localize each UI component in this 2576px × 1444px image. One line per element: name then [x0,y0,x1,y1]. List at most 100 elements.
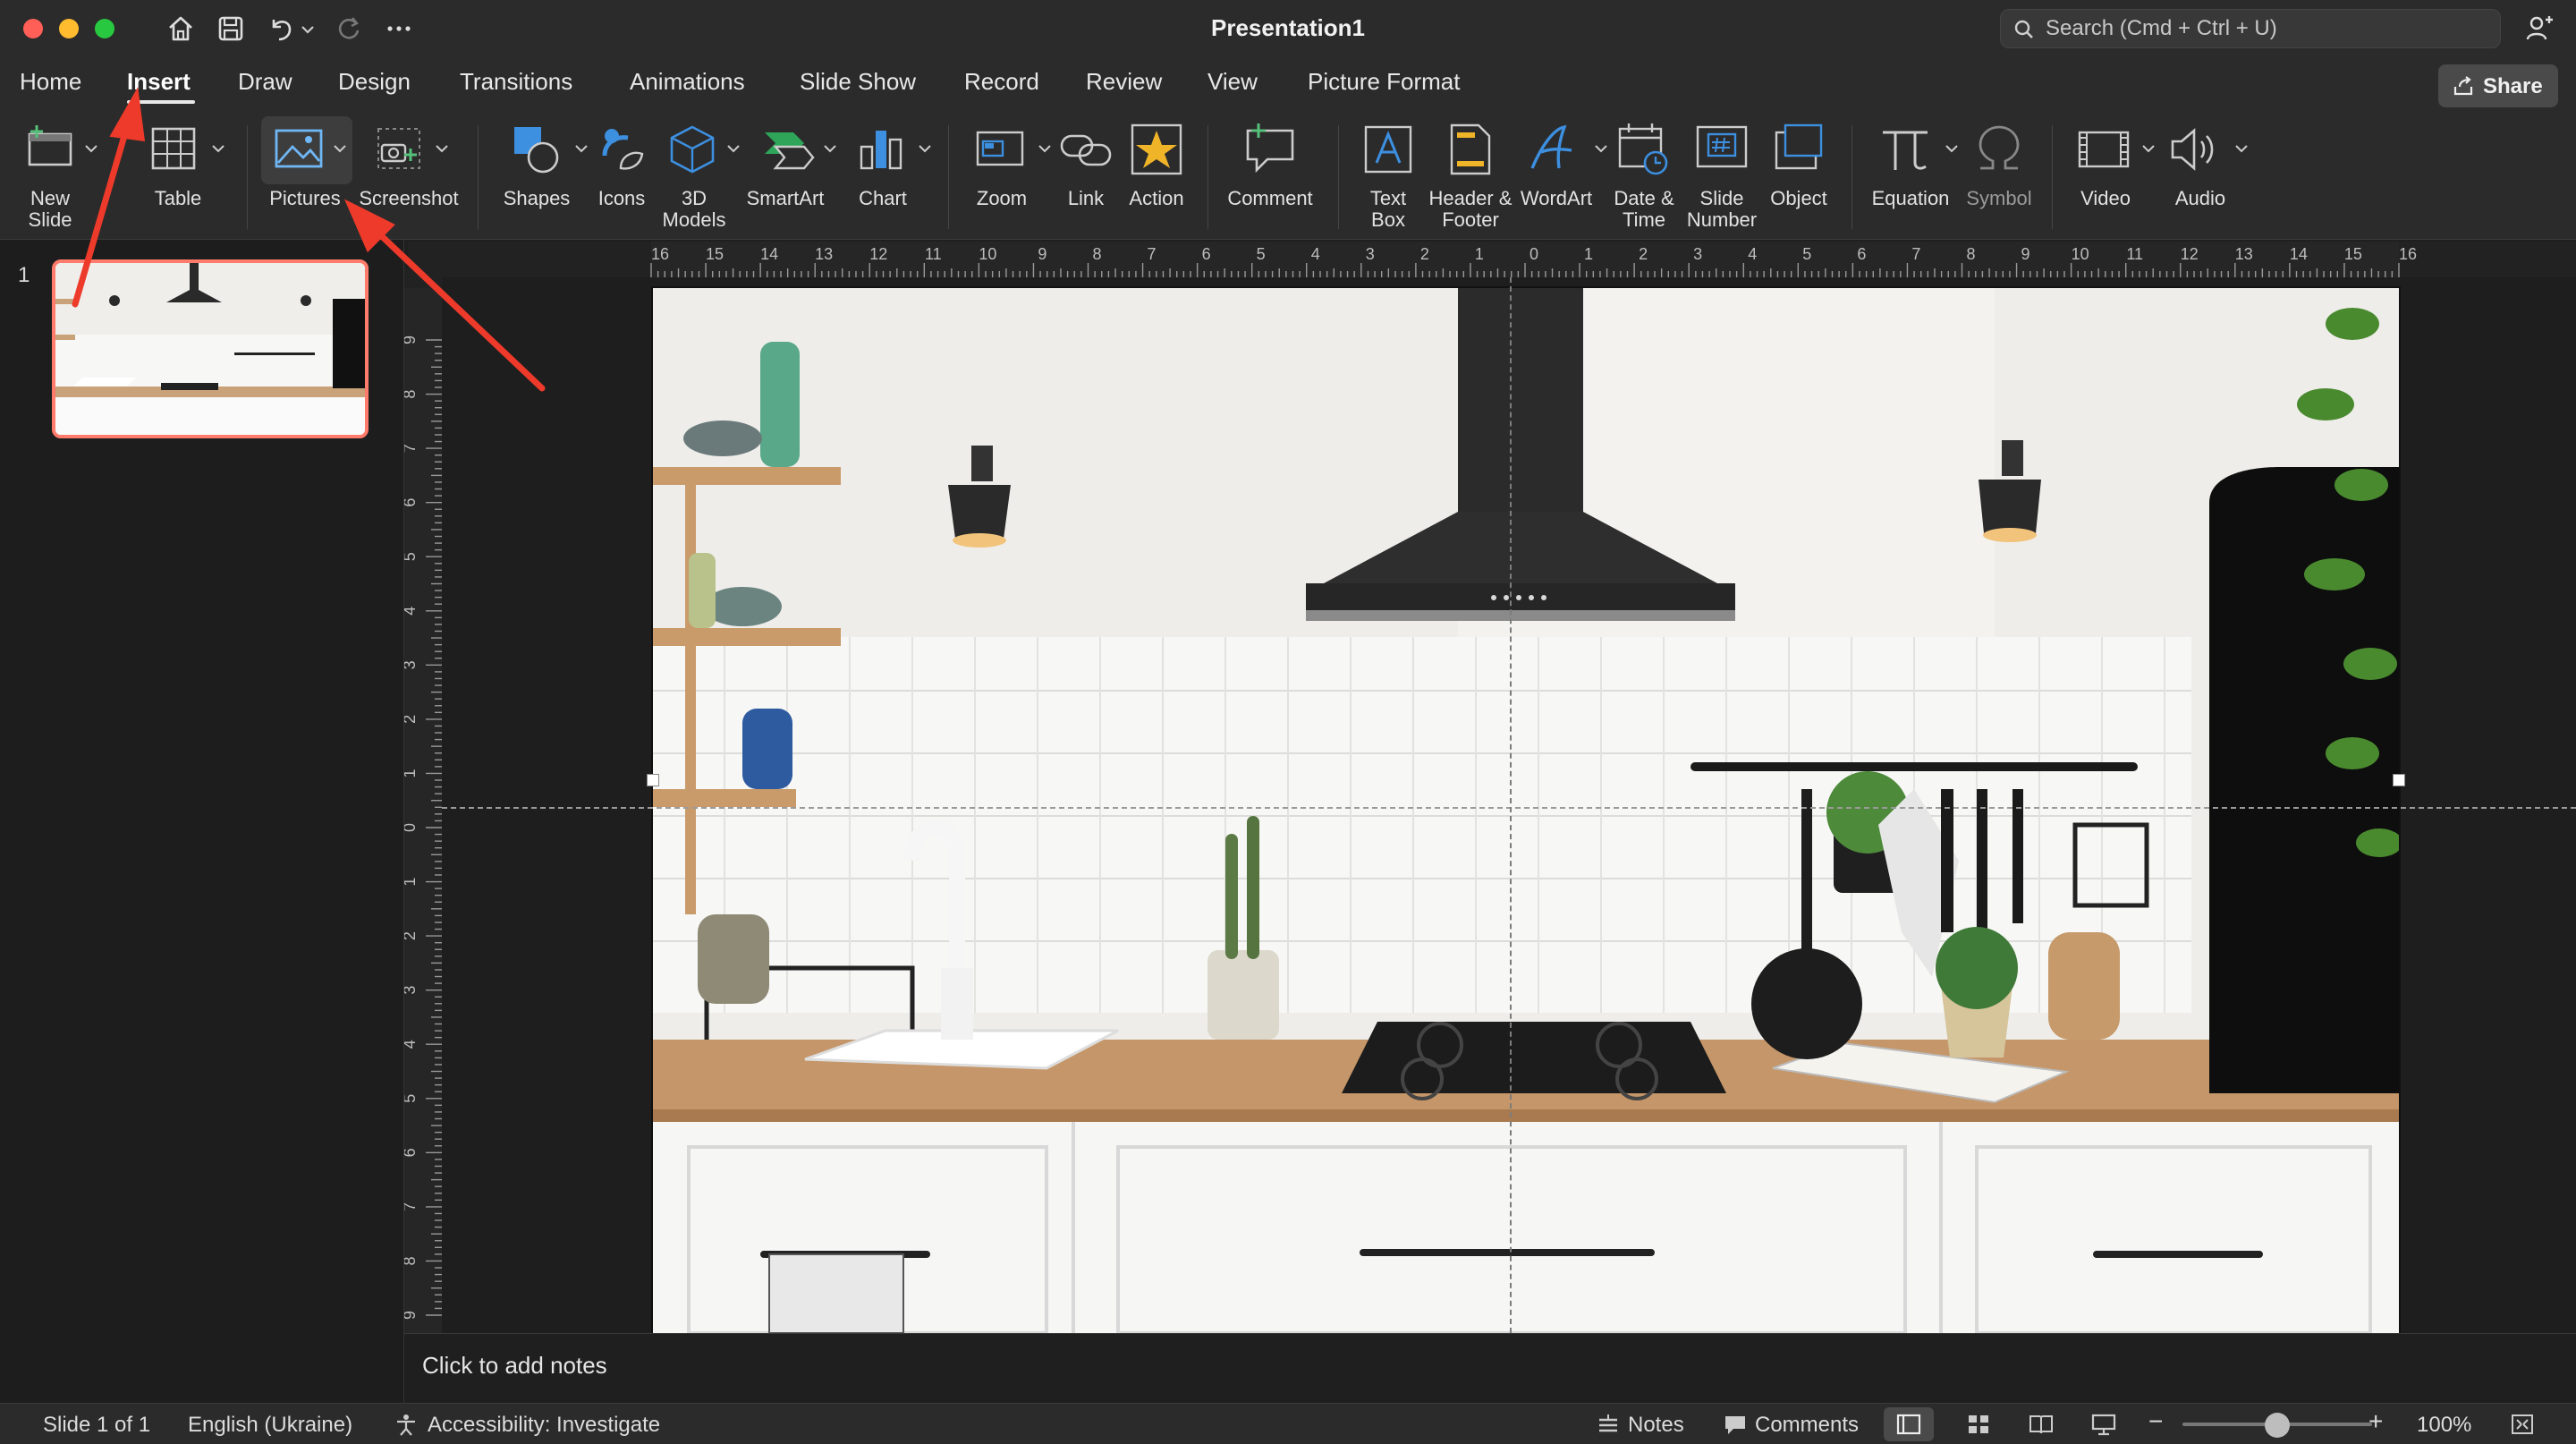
3d-models-label: 3D Models [662,187,726,231]
pictures-button[interactable]: Pictures [261,116,352,236]
comment-button[interactable]: Comment [1218,120,1322,236]
smartart-button[interactable]: SmartArt [747,120,841,236]
tab-draw[interactable]: Draw [238,68,292,96]
undo-icon[interactable] [265,13,297,45]
action-button[interactable]: Action [1122,120,1191,236]
screenshot-button[interactable]: Screenshot [358,120,460,236]
ruler-label: 5 [1802,245,1811,263]
tab-record[interactable]: Record [964,68,1039,96]
3d-cube-icon [663,120,722,179]
new-slide-chevron-icon[interactable] [84,143,98,154]
notes-pane[interactable]: Click to add notes [404,1333,2576,1403]
icons-button[interactable]: Icons [590,120,653,236]
language-indicator[interactable]: English (Ukraine) [188,1413,352,1438]
minimize-window-button[interactable] [59,19,79,38]
slide-number-button[interactable]: Slide Number [1682,120,1762,236]
zoom-button[interactable]: Zoom [966,120,1055,236]
tab-insert[interactable]: Insert [127,68,191,96]
3d-models-button[interactable]: 3D Models [660,120,742,236]
wordart-chevron-icon[interactable] [1594,143,1608,154]
tab-transitions[interactable]: Transitions [460,68,572,96]
ruler-label: 15 [2344,245,2362,263]
search-box[interactable] [2000,9,2501,48]
zoom-slide-icon [972,120,1031,179]
audio-chevron-icon[interactable] [2234,143,2249,154]
ruler-label: 8 [404,390,419,399]
tab-home[interactable]: Home [20,68,81,96]
shapes-chevron-icon[interactable] [574,143,589,154]
tab-picture-format[interactable]: Picture Format [1308,68,1461,96]
tab-slide-show[interactable]: Slide Show [800,68,916,96]
new-slide-button[interactable]: New Slide [13,120,106,236]
equation-chevron-icon[interactable] [1945,143,1959,154]
3d-models-chevron-icon[interactable] [726,143,741,154]
screenshot-chevron-icon[interactable] [435,143,449,154]
normal-view-button[interactable] [1884,1407,1934,1441]
equation-button[interactable]: Equation [1866,120,1962,236]
ruler-label: 12 [2181,245,2199,263]
table-button[interactable]: Table [134,120,233,236]
search-input[interactable] [2046,10,2493,47]
accessibility-status[interactable]: Accessibility: Investigate [428,1413,660,1438]
comments-icon[interactable] [1723,1413,1748,1436]
wordart-button[interactable]: WordArt [1521,120,1608,236]
redo-icon[interactable] [333,13,365,45]
fit-to-window-icon[interactable] [2510,1413,2535,1436]
video-button[interactable]: Video [2068,120,2161,236]
accessibility-icon[interactable] [394,1413,419,1436]
share-button[interactable]: Share [2438,64,2558,107]
kitchen-photo[interactable] [653,288,2399,1333]
ruler-label: 12 [869,245,887,263]
tab-review[interactable]: Review [1086,68,1162,96]
zoom-chevron-icon[interactable] [1038,143,1052,154]
video-chevron-icon[interactable] [2141,143,2156,154]
horizontal-center-guide [442,807,2576,809]
home-icon[interactable] [165,13,197,45]
pictures-chevron-icon[interactable] [333,143,347,154]
object-button[interactable]: Object [1762,120,1835,236]
zoom-in-button[interactable]: + [2368,1407,2383,1436]
zoom-slider-thumb[interactable] [2265,1413,2290,1438]
link-button[interactable]: Link [1055,120,1116,236]
account-icon[interactable] [2524,13,2556,45]
slide-1[interactable] [651,286,2401,1333]
audio-label: Audio [2174,187,2226,209]
reading-view-icon[interactable] [2029,1413,2054,1436]
zoom-window-button[interactable] [95,19,114,38]
symbol-button[interactable]: Symbol [1962,120,2036,236]
slide-show-view-icon[interactable] [2091,1413,2116,1436]
ruler-label: 2 [1420,245,1429,263]
tab-design[interactable]: Design [338,68,411,96]
resize-handle-left[interactable] [647,774,659,786]
comments-toggle[interactable]: Comments [1755,1413,1859,1438]
save-icon[interactable] [215,13,247,45]
slide-sorter-icon[interactable] [1966,1413,1991,1436]
notes-icon[interactable] [1596,1413,1621,1436]
text-box-icon [1359,120,1418,179]
smartart-chevron-icon[interactable] [823,143,837,154]
shapes-button[interactable]: Shapes [501,120,589,236]
chart-chevron-icon[interactable] [918,143,932,154]
horizontal-ruler: 16 15 14 13 12 11 10 9 8 7 6 5 4 3 2 1 0 1 2 3 4 5 6 7 8 9 10 11 12 1… [408,242,2576,277]
tab-view[interactable]: View [1208,68,1258,96]
date-time-button[interactable]: Date & Time [1608,120,1680,236]
resize-handle-right[interactable] [2393,774,2405,786]
more-options-icon[interactable] [383,13,415,45]
tab-animations[interactable]: Animations [630,68,745,96]
notes-placeholder: Click to add notes [422,1352,607,1379]
audio-button[interactable]: Audio [2159,120,2252,236]
slide-editing-canvas[interactable] [442,277,2576,1333]
text-box-button[interactable]: Text Box [1352,120,1424,236]
notes-toggle[interactable]: Notes [1628,1413,1684,1438]
ruler-label: 4 [404,607,419,616]
ruler-label: 5 [404,1094,419,1103]
close-window-button[interactable] [23,19,43,38]
undo-dropdown-chevron-icon[interactable] [299,13,317,45]
table-chevron-icon[interactable] [211,143,225,154]
ruler-label: 6 [1857,245,1866,263]
chart-button[interactable]: Chart [848,120,932,236]
slide-thumbnail[interactable] [52,259,369,438]
zoom-percentage[interactable]: 100% [2417,1413,2471,1438]
header-footer-button[interactable]: Header & Footer [1424,120,1517,236]
zoom-out-button[interactable]: − [2148,1407,2163,1436]
